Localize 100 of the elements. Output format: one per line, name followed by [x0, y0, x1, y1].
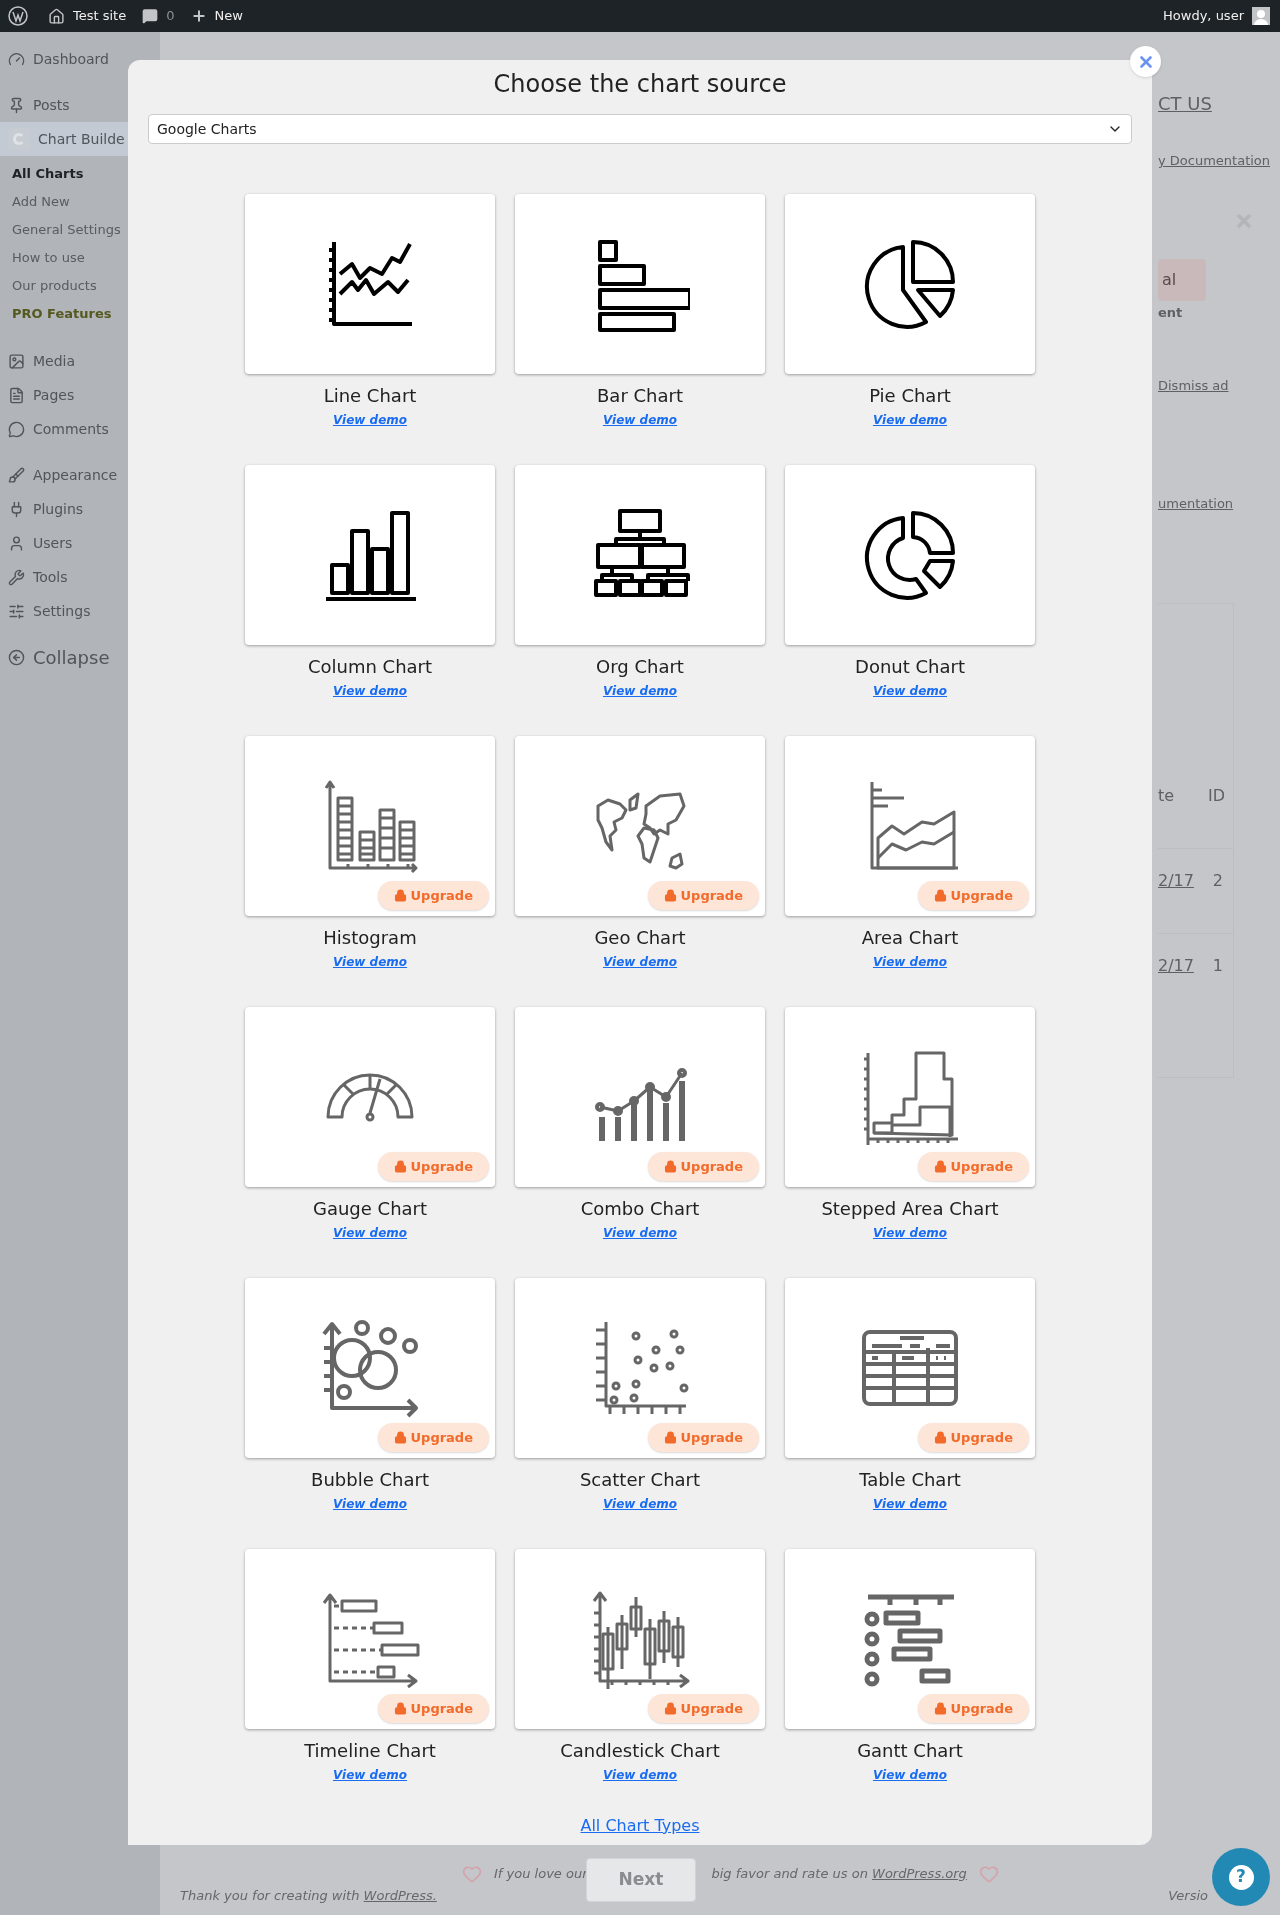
lock-icon [933, 1701, 947, 1715]
chart-card[interactable]: Upgrade [515, 1007, 765, 1187]
upgrade-button[interactable]: Upgrade [917, 1151, 1029, 1181]
upgrade-button[interactable]: Upgrade [647, 1422, 759, 1452]
sidebar-label: Tools [33, 567, 68, 587]
view-demo-link[interactable]: View demo [332, 682, 408, 700]
chart-card[interactable] [245, 194, 495, 374]
view-demo-link[interactable]: View demo [872, 953, 948, 971]
comment-icon [142, 8, 159, 24]
table-cell-text: 2/17 [1158, 955, 1194, 977]
sidebar-item[interactable]: Dashboard [0, 42, 160, 76]
chart-card[interactable] [785, 194, 1035, 374]
chart-name: Column Chart [307, 655, 433, 679]
wordpress-link[interactable]: WordPress. [363, 1887, 437, 1903]
sidebar-item[interactable]: Pages [0, 378, 160, 412]
sidebar-item[interactable]: Plugins [0, 492, 160, 526]
chart-card[interactable]: Upgrade [245, 736, 495, 916]
view-demo-link[interactable]: View demo [332, 1766, 408, 1784]
view-demo-link[interactable]: View demo [872, 1224, 948, 1242]
table-cell-text: 2/17 [1158, 870, 1194, 892]
user-icon [8, 534, 25, 552]
chart-name: Area Chart [861, 926, 959, 950]
candlestick-icon [590, 1589, 690, 1689]
pin-icon [8, 96, 25, 114]
upgrade-button[interactable]: Upgrade [377, 880, 489, 910]
source-select[interactable]: Google Charts [148, 114, 1132, 144]
wordpress-logo-icon[interactable] [8, 6, 28, 26]
sidebar-item[interactable]: Tools [0, 560, 160, 594]
close-button[interactable] [1130, 46, 1161, 77]
upgrade-button[interactable]: Upgrade [377, 1151, 489, 1181]
chart-card[interactable]: Upgrade [245, 1007, 495, 1187]
view-demo-link[interactable]: View demo [602, 1495, 678, 1513]
chart-card[interactable] [785, 465, 1035, 645]
view-demo-link[interactable]: View demo [872, 1766, 948, 1784]
upgrade-button[interactable]: Upgrade [917, 1693, 1029, 1723]
chart-card[interactable]: Upgrade [515, 1278, 765, 1458]
sidebar-item[interactable]: Media [0, 344, 160, 378]
chart-card[interactable]: Upgrade [785, 1278, 1035, 1458]
sidebar-label: Settings [33, 601, 91, 621]
upgrade-button[interactable]: Upgrade [377, 1422, 489, 1452]
upgrade-button[interactable]: Upgrade [917, 880, 1029, 910]
chart-card[interactable] [245, 465, 495, 645]
wordpress-link[interactable]: WordPress.org [872, 1865, 967, 1881]
sidebar-item[interactable]: Comments [0, 412, 160, 446]
chart-card[interactable] [515, 194, 765, 374]
greeting[interactable]: Howdy, user [1163, 6, 1244, 26]
lock-icon [663, 1430, 677, 1444]
next-button[interactable]: Next [586, 1858, 696, 1902]
chart-name: Histogram [323, 926, 417, 950]
sidebar-item[interactable]: Appearance [0, 458, 160, 492]
chart-name: Line Chart [323, 384, 417, 408]
new-link[interactable]: New [214, 6, 243, 26]
chart-card[interactable]: Upgrade [515, 1549, 765, 1729]
upgrade-button[interactable]: Upgrade [647, 880, 759, 910]
chart-name: Combo Chart [580, 1197, 700, 1221]
chart-name: Bubble Chart [311, 1468, 429, 1492]
sidebar-label: Plugins [33, 499, 84, 519]
chart-card[interactable]: Upgrade [785, 736, 1035, 916]
chart-card[interactable]: Upgrade [245, 1278, 495, 1458]
view-demo-link[interactable]: View demo [602, 411, 678, 429]
promo-button[interactable]: al [1158, 258, 1206, 301]
view-demo-link[interactable]: View demo [872, 682, 948, 700]
chart-card[interactable]: Upgrade [785, 1549, 1035, 1729]
view-demo-link[interactable]: View demo [332, 953, 408, 971]
help-button[interactable]: ? [1212, 1848, 1270, 1906]
chart-card[interactable]: Upgrade [515, 736, 765, 916]
view-demo-link[interactable]: View demo [602, 1766, 678, 1784]
view-demo-link[interactable]: View demo [872, 411, 948, 429]
view-demo-link[interactable]: View demo [872, 1495, 948, 1513]
all-chart-types-link[interactable]: All Chart Types [580, 1814, 700, 1838]
documentation-link[interactable]: y Documentation [1158, 151, 1280, 171]
chart-name: Gantt Chart [857, 1739, 963, 1763]
sidebar-item[interactable]: Settings [0, 594, 160, 628]
sidebar-label: Media [33, 351, 76, 371]
promo-caption: ent [1158, 303, 1184, 322]
upgrade-button[interactable]: Upgrade [377, 1693, 489, 1723]
view-demo-link[interactable]: View demo [332, 1495, 408, 1513]
chart-builder-logo-icon [8, 128, 30, 150]
dismiss-link[interactable]: Dismiss ad [1158, 376, 1280, 396]
chart-card[interactable]: Upgrade [245, 1549, 495, 1729]
upgrade-button[interactable]: Upgrade [647, 1151, 759, 1181]
documentation-link[interactable]: umentation [1158, 493, 1280, 513]
view-demo-link[interactable]: View demo [332, 411, 408, 429]
heart-icon [462, 1863, 482, 1884]
upgrade-button[interactable]: Upgrade [917, 1422, 1029, 1452]
view-demo-link[interactable]: View demo [602, 1224, 678, 1242]
view-demo-link[interactable]: View demo [332, 1224, 408, 1242]
sidebar-label: Users [33, 533, 73, 553]
view-demo-link[interactable]: View demo [602, 682, 678, 700]
site-link[interactable]: Test site [73, 6, 127, 26]
column-header: te [1158, 785, 1175, 807]
sidebar-label: Chart Builde [38, 129, 125, 149]
sidebar-item[interactable]: Collapse [0, 640, 160, 674]
upgrade-button[interactable]: Upgrade [647, 1693, 759, 1723]
chart-card[interactable]: Upgrade [785, 1007, 1035, 1187]
sidebar-item[interactable]: Users [0, 526, 160, 560]
chart-card[interactable] [515, 465, 765, 645]
view-demo-link[interactable]: View demo [602, 953, 678, 971]
contact-link[interactable]: CT US [1158, 90, 1280, 117]
comment-count[interactable]: 0 [166, 6, 175, 26]
